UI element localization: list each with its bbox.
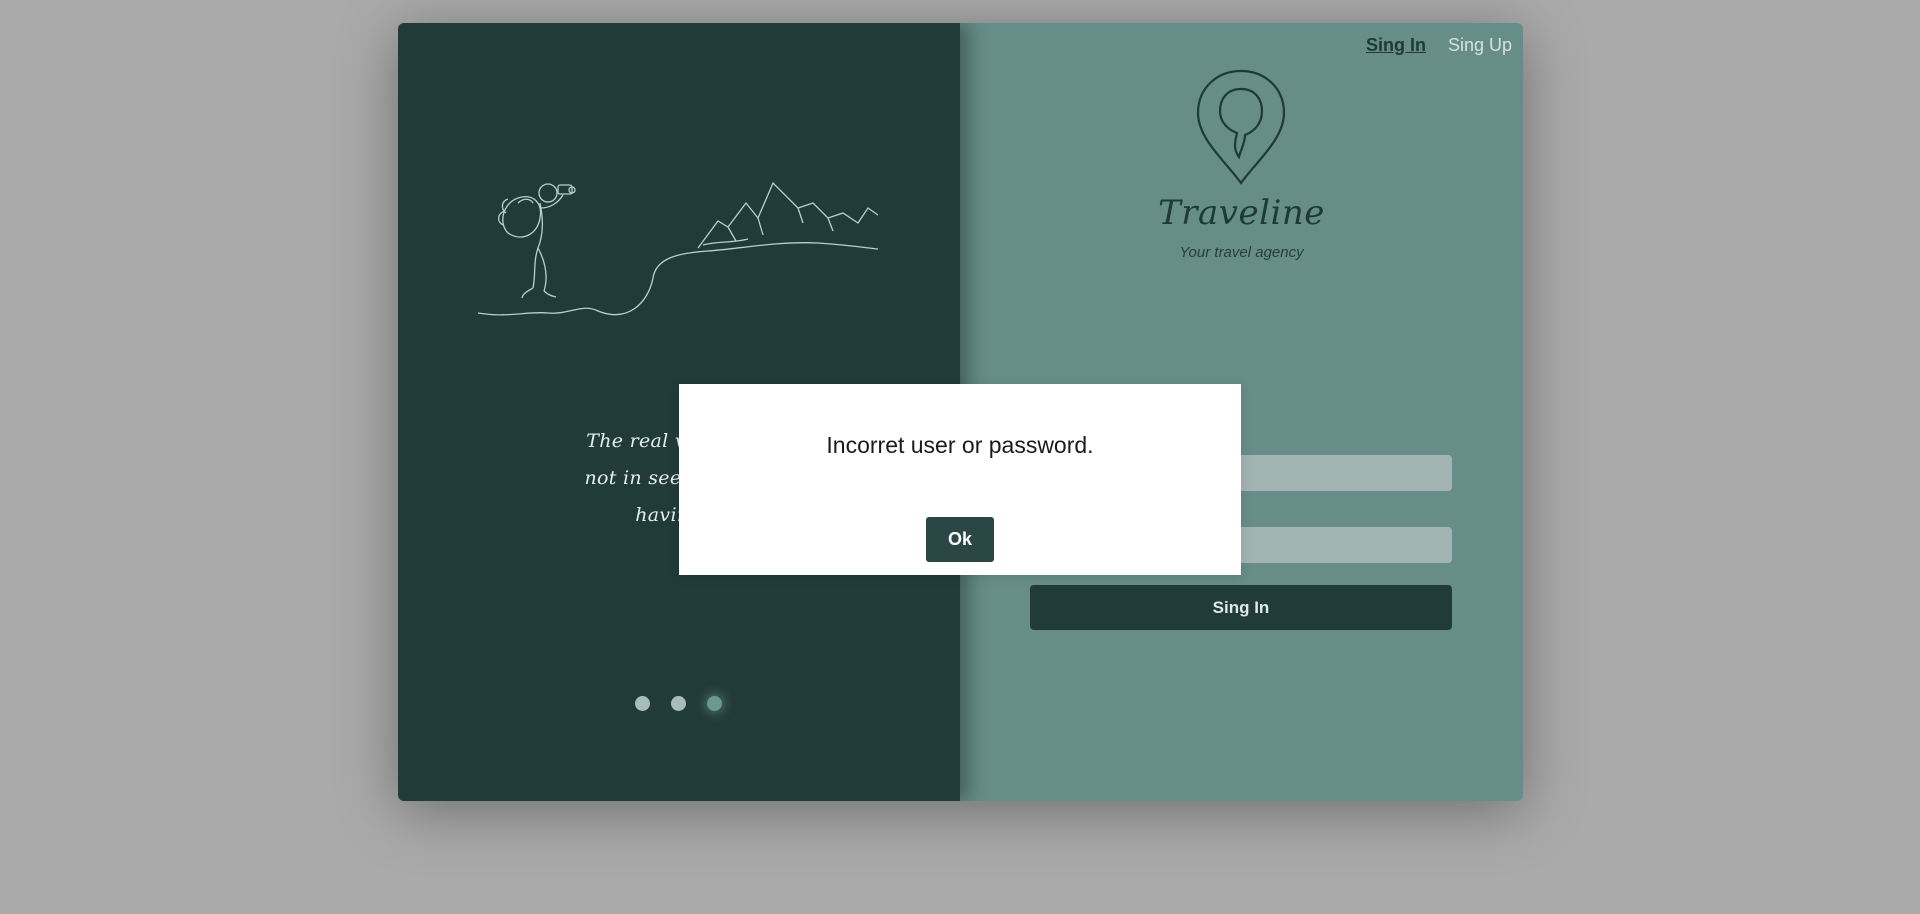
- location-pin-icon: [1196, 69, 1286, 185]
- sign-in-button[interactable]: Sing In: [1030, 585, 1452, 630]
- carousel-indicators: [635, 696, 722, 711]
- error-message: Incorret user or password.: [826, 432, 1094, 458]
- hiker-mountain-illustration: [478, 181, 878, 316]
- carousel-dot-1[interactable]: [635, 696, 650, 711]
- brand-name: Traveline: [1158, 193, 1325, 233]
- sign-in-link[interactable]: Sing In: [1366, 35, 1426, 56]
- sign-up-link[interactable]: Sing Up: [1448, 35, 1512, 56]
- auth-nav: Sing In Sing Up: [1366, 35, 1512, 56]
- carousel-dot-2[interactable]: [671, 696, 686, 711]
- ok-button[interactable]: Ok: [926, 517, 994, 562]
- error-dialog: Incorret user or password. Ok: [679, 384, 1241, 575]
- carousel-dot-3[interactable]: [707, 696, 722, 711]
- brand-tagline: Your travel agency: [1179, 244, 1304, 261]
- page: The real voyage of not in seeking new ha…: [0, 0, 1920, 914]
